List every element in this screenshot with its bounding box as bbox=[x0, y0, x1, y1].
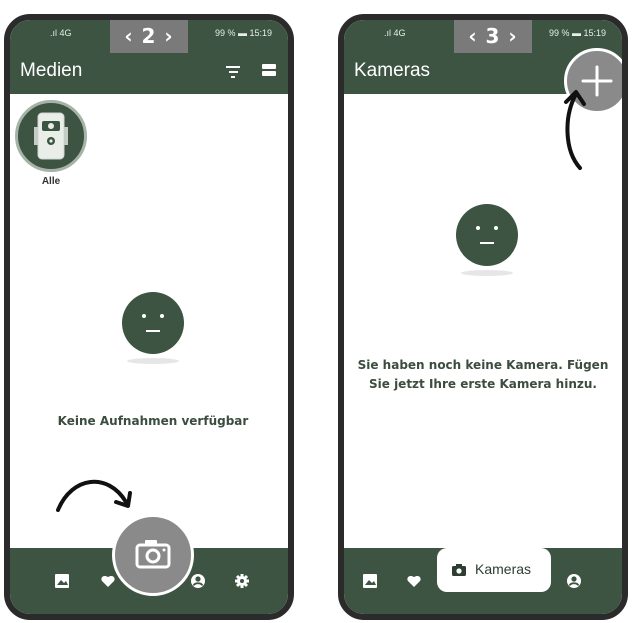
page-title: Medien bbox=[20, 60, 83, 81]
camera-icon bbox=[135, 540, 171, 569]
empty-message: Sie haben noch keine Kamera. Fügen Sie j… bbox=[344, 356, 622, 394]
tab-kameras[interactable]: Kameras bbox=[437, 548, 551, 592]
camera-filter-all[interactable]: Alle bbox=[14, 100, 88, 187]
empty-message-line1: Sie haben noch keine Kamera. Fügen bbox=[357, 358, 609, 372]
camera-icon bbox=[452, 564, 466, 576]
battery-clock: 99 % ▬ 15:19 bbox=[548, 28, 606, 38]
camera-fab-button[interactable] bbox=[112, 514, 194, 596]
account-icon[interactable] bbox=[566, 573, 582, 589]
tab-kameras-label: Kameras bbox=[475, 561, 532, 577]
step-badge: ‹ 3 › bbox=[454, 20, 532, 53]
battery-clock: 99 % ▬ 15:19 bbox=[214, 28, 272, 38]
all-label: Alle bbox=[41, 176, 61, 187]
page-title: Kameras bbox=[354, 60, 431, 81]
empty-message-line2: Sie jetzt Ihre erste Kamera hinzu. bbox=[369, 377, 597, 391]
signal-indicator: .ıl 4G bbox=[384, 28, 406, 38]
empty-message: Keine Aufnahmen verfügbar bbox=[57, 414, 249, 428]
signal-indicator: .ıl 4G bbox=[50, 28, 72, 38]
up-arrow-icon bbox=[564, 90, 586, 170]
face-shadow bbox=[127, 358, 179, 364]
neutral-face-icon bbox=[122, 292, 184, 354]
account-icon[interactable] bbox=[190, 573, 206, 589]
view-toggle-icon[interactable] bbox=[262, 64, 276, 78]
image-icon[interactable] bbox=[362, 573, 378, 589]
heart-icon[interactable] bbox=[100, 573, 116, 589]
phone-medien: .ıl 4G 99 % ▬ 15:19 Medien ‹ 2 › Alle Ke… bbox=[4, 14, 294, 620]
trail-camera-avatar bbox=[15, 100, 87, 172]
heart-icon[interactable] bbox=[406, 573, 422, 589]
filter-icon[interactable] bbox=[226, 66, 240, 78]
settings-icon[interactable] bbox=[234, 573, 250, 589]
curved-arrow-icon bbox=[56, 479, 132, 512]
face-shadow bbox=[461, 270, 513, 276]
image-icon[interactable] bbox=[54, 573, 70, 589]
trail-camera-icon bbox=[34, 112, 68, 160]
neutral-face-icon bbox=[456, 204, 518, 266]
step-badge: ‹ 2 › bbox=[110, 20, 188, 53]
